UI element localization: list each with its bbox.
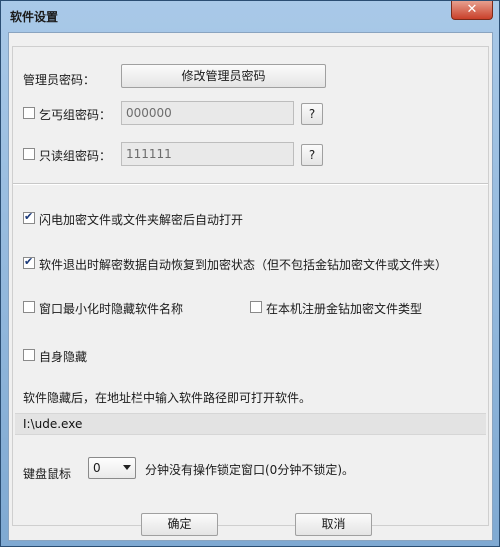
beggar-password-checkbox[interactable]	[23, 107, 35, 119]
close-icon: ✕	[466, 2, 478, 17]
restore-on-exit-checkbox[interactable]	[23, 255, 35, 269]
register-file-type-label: 在本机注册金钻加密文件类型	[266, 302, 423, 316]
self-hide-checkbox[interactable]	[23, 349, 35, 361]
hide-name-label: 窗口最小化时隐藏软件名称	[39, 302, 184, 316]
lock-minutes-select[interactable]: 0	[88, 457, 136, 479]
section-divider	[13, 183, 488, 185]
register-file-type-checkbox[interactable]	[250, 301, 262, 313]
hide-name-checkbox[interactable]	[23, 301, 35, 313]
settings-window: 软件设置 ✕ 管理员密码： 修改管理员密码 乞丐组密码： 000000 ? 只读…	[0, 0, 500, 547]
lock-minutes-value: 0	[93, 461, 101, 475]
cancel-button[interactable]: 取消	[295, 513, 372, 536]
client-area: 管理员密码： 修改管理员密码 乞丐组密码： 000000 ? 只读组密码： 11…	[8, 32, 493, 541]
beggar-password-field[interactable]: 000000	[121, 101, 294, 125]
readonly-password-label: 只读组密码：	[39, 149, 112, 163]
ok-button[interactable]: 确定	[141, 513, 218, 536]
beggar-password-label: 乞丐组密码：	[39, 108, 112, 122]
change-admin-password-button[interactable]: 修改管理员密码	[121, 64, 326, 88]
flash-open-label: 闪电加密文件或文件夹解密后自动打开	[39, 213, 244, 227]
software-path-field[interactable]: I:\ude.exe	[15, 413, 486, 435]
close-button[interactable]: ✕	[451, 1, 493, 20]
self-hide-label: 自身隐藏	[39, 350, 88, 364]
settings-panel: 管理员密码： 修改管理员密码 乞丐组密码： 000000 ? 只读组密码： 11…	[12, 46, 489, 526]
readonly-password-field[interactable]: 111111	[121, 142, 294, 166]
admin-password-label: 管理员密码：	[23, 73, 96, 87]
window-title: 软件设置	[10, 10, 59, 24]
title-bar[interactable]: 软件设置 ✕	[1, 1, 499, 31]
flash-open-checkbox[interactable]	[23, 210, 35, 224]
chevron-down-icon	[123, 465, 131, 470]
keyboard-mouse-label: 键盘鼠标	[23, 467, 72, 481]
lock-description: 分钟没有操作锁定窗口(0分钟不锁定)。	[145, 463, 354, 477]
readonly-password-checkbox[interactable]	[23, 148, 35, 160]
beggar-help-button[interactable]: ?	[301, 103, 323, 125]
readonly-help-button[interactable]: ?	[301, 144, 323, 166]
restore-on-exit-label: 软件退出时解密数据自动恢复到加密状态（但不包括金钻加密文件或文件夹）	[39, 258, 448, 272]
hide-note: 软件隐藏后，在地址栏中输入软件路径即可打开软件。	[23, 391, 312, 405]
